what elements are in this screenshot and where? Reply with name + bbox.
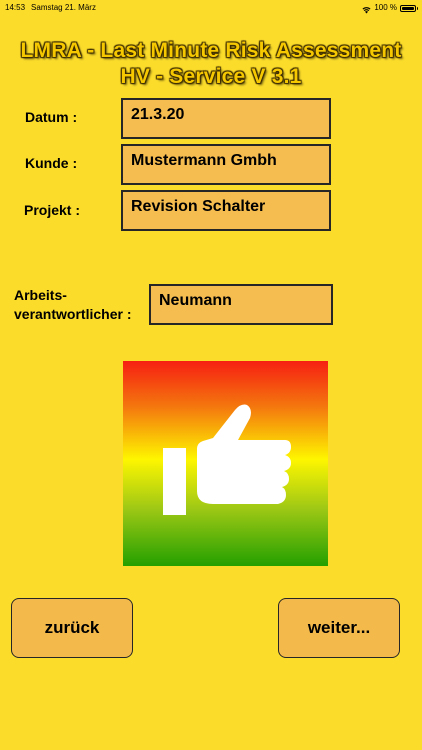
back-button[interactable]: zurück	[11, 598, 133, 658]
app-title-line1: LMRA - Last Minute Risk Assessment	[20, 39, 402, 62]
projekt-label: Projekt :	[24, 202, 81, 218]
kunde-label: Kunde :	[25, 155, 78, 171]
app-title: LMRA - Last Minute Risk Assessment HV - …	[0, 38, 422, 90]
arbeitsverantwortlicher-label-line2: verantwortlicher :	[14, 306, 132, 322]
status-right: 100 %	[362, 0, 418, 16]
next-button[interactable]: weiter...	[278, 598, 400, 658]
projekt-field[interactable]: Revision Schalter	[121, 190, 331, 231]
status-left: 14:53 Samstag 21. März	[5, 0, 96, 16]
kunde-field[interactable]: Mustermann Gmbh	[121, 144, 331, 185]
arbeitsverantwortlicher-label-line1: Arbeits-	[14, 287, 67, 303]
battery-fill	[402, 6, 414, 10]
status-bar: 14:53 Samstag 21. März 100 %	[0, 0, 422, 16]
risk-status-panel[interactable]	[123, 361, 328, 566]
app-title-line2: HV - Service V 3.1	[120, 65, 302, 88]
status-date: Samstag 21. März	[31, 3, 96, 12]
wifi-icon	[362, 4, 371, 14]
arbeitsverantwortlicher-label: Arbeits- verantwortlicher :	[14, 286, 131, 324]
datum-field[interactable]: 21.3.20	[121, 98, 331, 139]
battery-percent: 100 %	[374, 3, 397, 12]
thumbs-up-icon	[163, 404, 291, 515]
datum-label: Datum :	[25, 109, 78, 125]
status-time: 14:53	[5, 3, 26, 12]
arbeitsverantwortlicher-field[interactable]: Neumann	[149, 284, 333, 325]
battery-icon	[400, 4, 418, 12]
